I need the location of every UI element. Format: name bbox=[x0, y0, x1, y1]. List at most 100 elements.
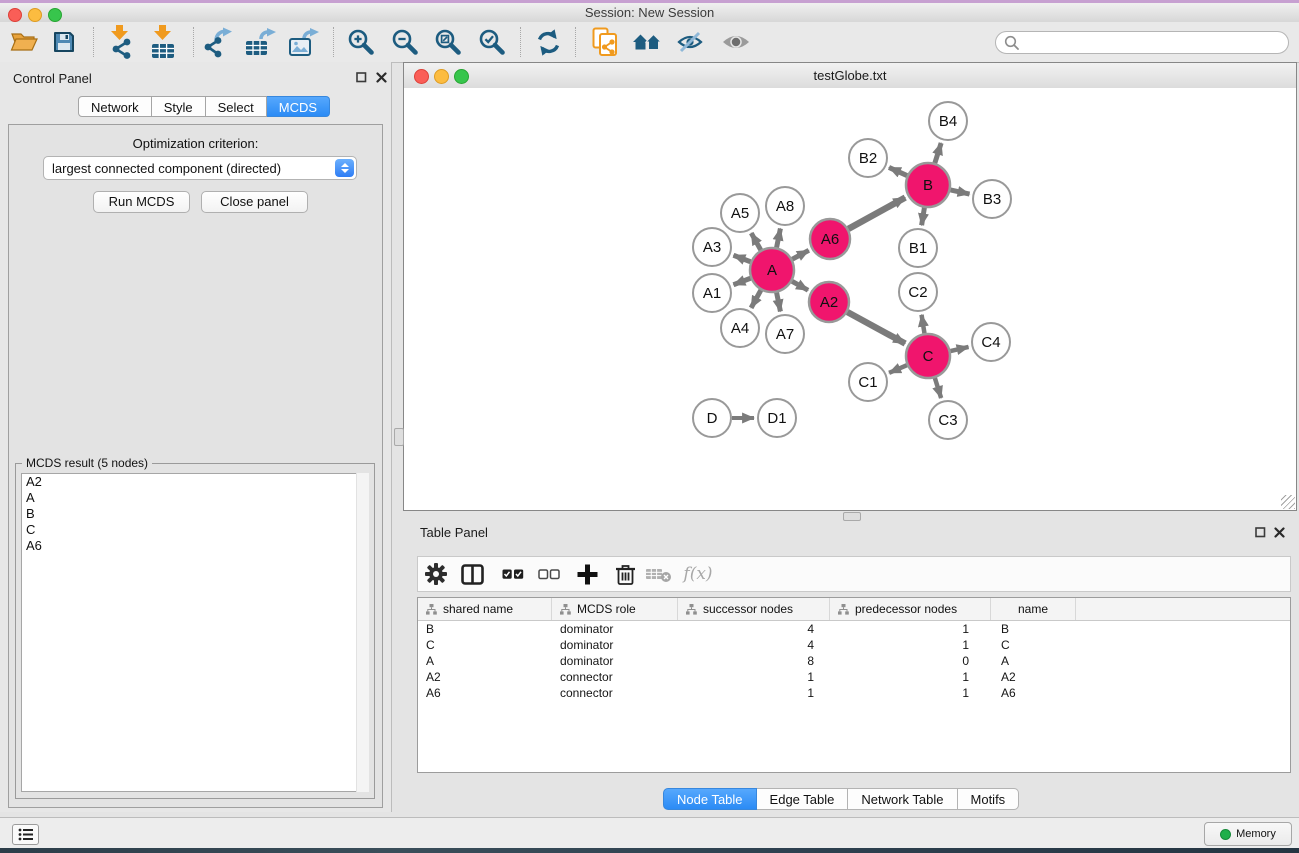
memory-button[interactable]: Memory bbox=[1204, 822, 1292, 846]
graph-edge-B-B2[interactable] bbox=[889, 167, 907, 175]
refresh-view-button[interactable] bbox=[530, 25, 566, 59]
search-input[interactable] bbox=[1026, 35, 1280, 51]
close-panel-icon[interactable] bbox=[1273, 526, 1286, 539]
table-cell[interactable]: C bbox=[418, 637, 552, 653]
mcds-result-item[interactable]: C bbox=[22, 522, 368, 538]
table-settings-button[interactable] bbox=[422, 560, 450, 588]
graph-edge-B-B1[interactable] bbox=[922, 208, 925, 226]
export-network-button[interactable] bbox=[200, 25, 236, 59]
close-panel-icon[interactable] bbox=[375, 71, 388, 84]
network-canvas[interactable]: ABCA2A6A1A3A4A5A7A8B1B2B3B4C1C2C3C4DD1 bbox=[404, 88, 1296, 510]
deselect-all-button[interactable] bbox=[535, 560, 563, 588]
mcds-result-item[interactable]: A2 bbox=[22, 474, 368, 490]
table-row[interactable]: A2connector11A2 bbox=[418, 669, 1290, 685]
table-cell[interactable]: A6 bbox=[418, 685, 552, 701]
graph-edge-A-A1[interactable] bbox=[733, 278, 750, 285]
tab-network[interactable]: Network bbox=[78, 96, 152, 117]
table-cell[interactable]: A2 bbox=[418, 669, 552, 685]
home-view-button[interactable] bbox=[629, 25, 665, 59]
tab-mcds[interactable]: MCDS bbox=[267, 96, 330, 117]
task-history-button[interactable] bbox=[12, 824, 39, 845]
select-all-button[interactable] bbox=[499, 560, 527, 588]
close-panel-button[interactable]: Close panel bbox=[201, 191, 308, 213]
window-resize-grip[interactable] bbox=[1281, 495, 1295, 509]
hide-panel-button[interactable] bbox=[672, 25, 708, 59]
import-table-button[interactable] bbox=[145, 25, 181, 59]
table-row[interactable]: Bdominator41B bbox=[418, 621, 1290, 637]
add-row-button[interactable] bbox=[573, 560, 601, 588]
table-cell[interactable]: connector bbox=[552, 685, 678, 701]
import-network-button[interactable] bbox=[102, 25, 138, 59]
mcds-result-item[interactable]: A6 bbox=[22, 538, 368, 554]
graph-edge-A6-B[interactable] bbox=[848, 198, 905, 229]
search-field[interactable] bbox=[995, 31, 1289, 54]
graph-edge-C-C2[interactable] bbox=[922, 315, 925, 334]
mcds-result-item[interactable]: B bbox=[22, 506, 368, 522]
graph-edge-A-A8[interactable] bbox=[777, 229, 781, 248]
tab-style[interactable]: Style bbox=[152, 96, 206, 117]
network-graph[interactable]: ABCA2A6A1A3A4A5A7A8B1B2B3B4C1C2C3C4DD1 bbox=[404, 88, 1296, 510]
graph-edge-C-C4[interactable] bbox=[950, 347, 968, 351]
table-cell[interactable]: A2 bbox=[991, 669, 1076, 685]
graph-edge-B-B4[interactable] bbox=[935, 143, 941, 163]
table-cell[interactable]: 1 bbox=[830, 621, 991, 637]
table-cell[interactable]: 1 bbox=[678, 685, 830, 701]
table-row[interactable]: Adominator80A bbox=[418, 653, 1290, 669]
delete-row-button[interactable] bbox=[611, 560, 639, 588]
column-layout-button[interactable] bbox=[458, 560, 486, 588]
float-panel-icon[interactable] bbox=[1254, 526, 1267, 539]
table-cell[interactable]: 4 bbox=[678, 621, 830, 637]
graph-edge-A2-C[interactable] bbox=[847, 312, 905, 343]
table-cell[interactable]: 1 bbox=[830, 685, 991, 701]
optimization-criterion-dropdown[interactable]: largest connected component (directed) bbox=[43, 156, 357, 180]
table-cell[interactable]: dominator bbox=[552, 653, 678, 669]
mcds-result-list[interactable]: A2ABCA6 bbox=[21, 473, 369, 792]
save-session-button[interactable] bbox=[46, 25, 82, 59]
table-cell[interactable]: A6 bbox=[991, 685, 1076, 701]
graph-edge-A-A7[interactable] bbox=[777, 293, 781, 312]
graph-edge-A-A6[interactable] bbox=[792, 250, 809, 259]
table-cell[interactable]: 4 bbox=[678, 637, 830, 653]
network-snapshot-button[interactable] bbox=[587, 25, 623, 59]
table-cell[interactable]: A bbox=[418, 653, 552, 669]
zoom-fit-button[interactable] bbox=[430, 25, 466, 59]
table-cell[interactable]: 1 bbox=[678, 669, 830, 685]
tab-network-table[interactable]: Network Table bbox=[848, 788, 957, 810]
table-cell[interactable]: connector bbox=[552, 669, 678, 685]
table-cell[interactable]: B bbox=[991, 621, 1076, 637]
column-header-mcds-role[interactable]: MCDS role bbox=[552, 598, 678, 620]
graph-edge-A-A3[interactable] bbox=[733, 255, 750, 262]
table-cell[interactable]: dominator bbox=[552, 621, 678, 637]
graph-edge-A-A5[interactable] bbox=[751, 233, 760, 250]
zoom-out-button[interactable] bbox=[387, 25, 423, 59]
column-header-predecessor-nodes[interactable]: predecessor nodes bbox=[830, 598, 991, 620]
table-cell[interactable]: 1 bbox=[830, 669, 991, 685]
export-table-button[interactable] bbox=[243, 25, 279, 59]
graph-edge-A-A4[interactable] bbox=[751, 290, 761, 308]
float-panel-icon[interactable] bbox=[355, 71, 368, 84]
column-header-successor-nodes[interactable]: successor nodes bbox=[678, 598, 830, 620]
tab-motifs[interactable]: Motifs bbox=[958, 788, 1020, 810]
show-panel-button[interactable] bbox=[718, 25, 754, 59]
graph-edge-B-B3[interactable] bbox=[950, 190, 969, 194]
result-list-scrollbar[interactable] bbox=[356, 473, 369, 792]
zoom-selected-button[interactable] bbox=[474, 25, 510, 59]
table-cell[interactable]: A bbox=[991, 653, 1076, 669]
graph-edge-C-C1[interactable] bbox=[889, 365, 907, 373]
table-cell[interactable]: B bbox=[418, 621, 552, 637]
graph-edge-A-A2[interactable] bbox=[792, 281, 808, 290]
graph-edge-C-C3[interactable] bbox=[935, 378, 941, 398]
table-cell[interactable]: 0 bbox=[830, 653, 991, 669]
column-header-name[interactable]: name bbox=[991, 598, 1076, 620]
tab-edge-table[interactable]: Edge Table bbox=[757, 788, 849, 810]
vertical-splitter-handle[interactable] bbox=[394, 428, 404, 446]
table-row[interactable]: A6connector11A6 bbox=[418, 685, 1290, 701]
export-image-button[interactable] bbox=[286, 25, 322, 59]
mcds-result-item[interactable]: A bbox=[22, 490, 368, 506]
column-header-shared-name[interactable]: shared name bbox=[418, 598, 552, 620]
table-cell[interactable]: dominator bbox=[552, 637, 678, 653]
table-row[interactable]: Cdominator41C bbox=[418, 637, 1290, 653]
zoom-in-button[interactable] bbox=[343, 25, 379, 59]
tab-node-table[interactable]: Node Table bbox=[663, 788, 757, 810]
open-session-button[interactable] bbox=[6, 25, 42, 59]
